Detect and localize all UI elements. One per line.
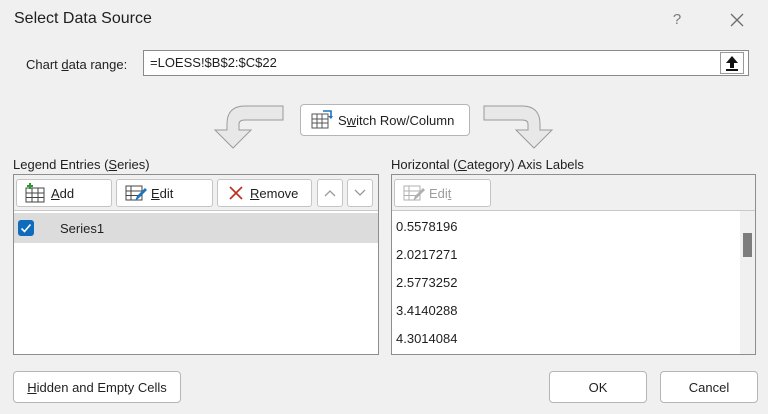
hidden-and-empty-cells-label: Hidden and Empty Cells <box>27 379 167 395</box>
move-down-button[interactable] <box>347 179 373 207</box>
scrollbar-thumb[interactable] <box>743 233 752 257</box>
edit-axis-labels-label: Edit <box>429 185 452 201</box>
edit-series-icon <box>125 185 147 201</box>
axis-label-item: 0.5578196 <box>396 219 458 234</box>
edit-series-label: Edit <box>151 185 174 201</box>
curved-arrow-left-icon <box>213 105 284 149</box>
chevron-up-icon <box>324 190 336 197</box>
axis-label-item: 4.3014084 <box>396 331 458 346</box>
legend-entries-heading: Legend Entries (Series) <box>13 157 150 172</box>
title-bar: Select Data Source ? <box>0 0 768 40</box>
ok-label: OK <box>588 379 608 395</box>
curved-arrow-right-icon <box>483 105 554 149</box>
select-data-source-dialog: Select Data Source ? Chart data range: =… <box>0 0 768 414</box>
series-checkbox[interactable] <box>18 220 34 236</box>
close-button[interactable] <box>720 6 754 34</box>
chevron-down-icon <box>354 189 366 196</box>
axis-list-scrollbar[interactable] <box>740 211 755 354</box>
switch-row-column-label: Switch Row/Column <box>338 112 455 128</box>
switch-row-column-button[interactable]: Switch Row/Column <box>300 104 470 136</box>
move-up-button[interactable] <box>317 179 343 207</box>
close-icon <box>730 13 744 27</box>
series-list-item[interactable]: Series1 <box>14 213 378 243</box>
remove-series-button[interactable]: Remove <box>217 179 312 207</box>
axis-label-item: 3.4140288 <box>396 303 458 318</box>
collapse-arrow-icon <box>726 56 738 71</box>
switch-row-column-icon <box>311 110 333 129</box>
axis-label-item: 2.5773252 <box>396 275 458 290</box>
edit-axis-labels-button[interactable]: Edit <box>394 179 491 207</box>
edit-series-button[interactable]: Edit <box>116 179 213 207</box>
axis-labels-panel: Edit 0.5578196 2.0217271 2.5773252 3.414… <box>391 174 756 355</box>
cancel-button[interactable]: Cancel <box>660 371 758 403</box>
chart-data-range-input[interactable]: =LOESS!$B$2:$C$22 <box>143 50 749 76</box>
checkmark-icon <box>20 223 32 233</box>
add-series-icon <box>25 183 45 203</box>
legend-entries-panel: Add Edit Remove Series1 <box>13 174 379 355</box>
collapse-dialog-button[interactable] <box>720 52 744 74</box>
axis-labels-list[interactable]: 0.5578196 2.0217271 2.5773252 3.4140288 … <box>392 211 738 354</box>
series-label: Series1 <box>60 221 105 236</box>
help-icon: ? <box>672 11 682 28</box>
add-series-label: Add <box>51 185 75 201</box>
edit-axis-labels-icon <box>403 185 425 201</box>
remove-series-label: Remove <box>250 185 299 201</box>
help-button[interactable]: ? <box>662 6 692 34</box>
hidden-and-empty-cells-button[interactable]: Hidden and Empty Cells <box>13 371 181 403</box>
remove-icon <box>229 186 243 200</box>
axis-toolbar: Edit <box>392 175 755 211</box>
add-series-button[interactable]: Add <box>16 179 112 207</box>
chart-data-range-label: Chart data range: <box>26 57 128 72</box>
dialog-title: Select Data Source <box>14 10 152 27</box>
ok-button[interactable]: OK <box>549 371 647 403</box>
axis-labels-heading: Horizontal (Category) Axis Labels <box>391 157 584 172</box>
cancel-label: Cancel <box>688 379 730 395</box>
axis-label-item: 2.0217271 <box>396 247 458 262</box>
legend-toolbar: Add Edit Remove <box>14 175 378 211</box>
